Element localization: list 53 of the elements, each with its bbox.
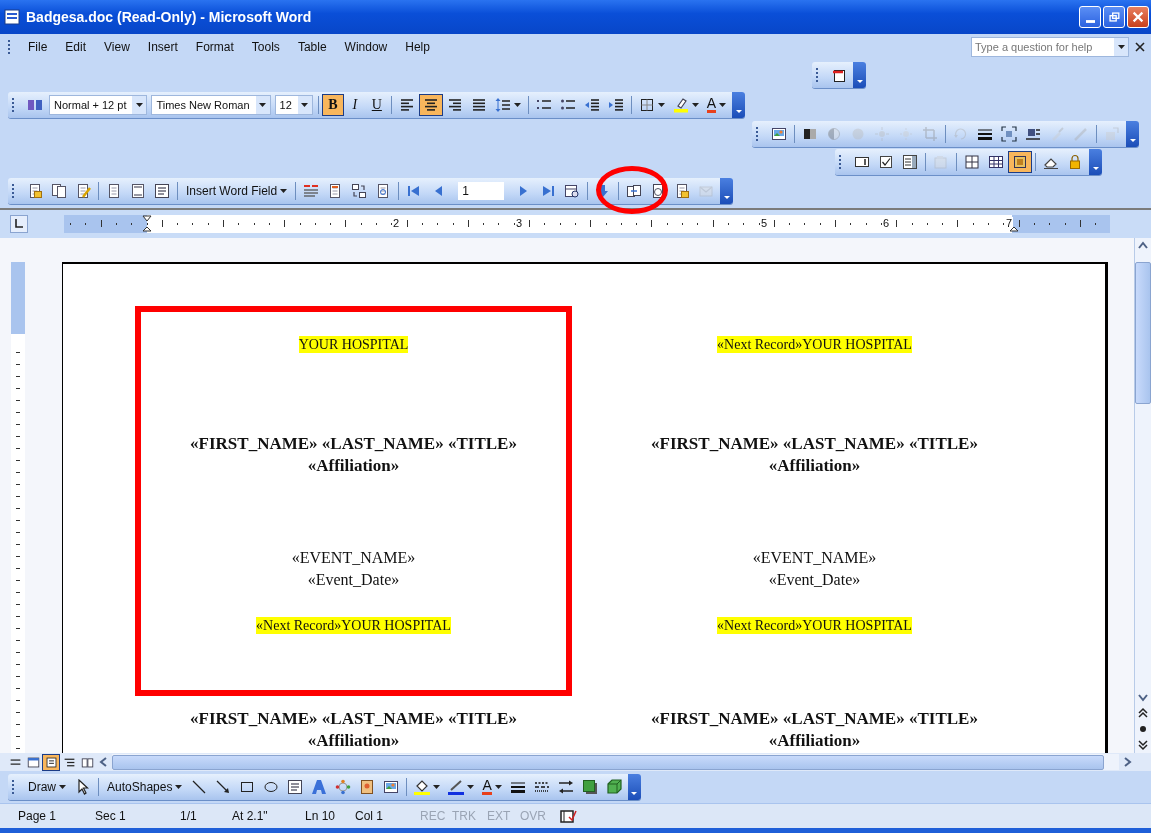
dropdown-field[interactable]: Normal + 12 pt xyxy=(49,95,148,115)
merge-field-line: «Affiliation» xyxy=(768,730,861,752)
record-number-field[interactable]: 1 xyxy=(458,182,505,200)
merge-field-line: «Event_Date» xyxy=(307,570,400,590)
status-text: OVR xyxy=(520,809,547,823)
menu-item[interactable]: View xyxy=(95,38,139,56)
label-footer: «Next Record»YOUR HOSPITAL xyxy=(256,617,451,634)
merge-field-line: «EVENT_NAME» xyxy=(291,548,416,568)
merge-field-line: «FIRST_NAME» «LAST_NAME» «TITLE» xyxy=(190,708,517,730)
underline-button[interactable]: U xyxy=(365,94,388,116)
merge-field-line: «EVENT_NAME» xyxy=(752,548,877,568)
merge-field-line: «Affiliation» xyxy=(307,455,400,477)
help-search-field[interactable]: Type a question for help xyxy=(971,37,1129,57)
font-color-button[interactable]: A xyxy=(478,776,506,798)
menu-button[interactable]: AutoShapes xyxy=(102,776,188,798)
italic-button[interactable]: I xyxy=(343,94,366,116)
merge-field-line: «FIRST_NAME» «LAST_NAME» «TITLE» xyxy=(651,433,978,455)
menu-item[interactable]: Help xyxy=(396,38,439,56)
window-title: Badgesa.doc (Read-Only) - Microsoft Word xyxy=(26,9,312,25)
ruler-number: 5 xyxy=(760,217,769,229)
ruler-number: 6 xyxy=(882,217,891,229)
menu-item[interactable]: Window xyxy=(335,38,397,56)
menu-button[interactable]: Draw xyxy=(23,776,71,798)
label-header: YOUR HOSPITAL xyxy=(298,336,409,353)
menu-item[interactable]: File xyxy=(19,38,57,56)
ruler-number: 2 xyxy=(392,217,401,229)
status-text: REC xyxy=(420,809,447,823)
merge-field-line: «Affiliation» xyxy=(768,455,861,477)
label-footer: «Next Record»YOUR HOSPITAL xyxy=(717,617,912,634)
status-text: At 2.1" xyxy=(232,809,269,823)
menu-item[interactable]: Insert xyxy=(138,38,187,56)
menu-button[interactable]: Insert Word Field xyxy=(181,180,293,202)
merge-field-line: «FIRST_NAME» «LAST_NAME» «TITLE» xyxy=(651,708,978,730)
menu-item[interactable]: Table xyxy=(288,38,336,56)
bold-button[interactable]: B xyxy=(321,94,344,116)
dropdown-field[interactable]: 12 xyxy=(274,95,313,115)
label-header: «Next Record»YOUR HOSPITAL xyxy=(717,336,912,353)
status-text: Sec 1 xyxy=(95,809,127,823)
menu-item[interactable]: Tools xyxy=(242,38,289,56)
status-text: Col 1 xyxy=(355,809,384,823)
status-text: Ln 10 xyxy=(305,809,337,823)
menu-item[interactable]: Format xyxy=(186,38,243,56)
merge-field-line: «FIRST_NAME» «LAST_NAME» «TITLE» xyxy=(190,433,517,455)
merge-field-line: «Event_Date» xyxy=(768,570,861,590)
status-text: 1/1 xyxy=(180,809,198,823)
menu-item[interactable]: Edit xyxy=(56,38,96,56)
merge-field-line: «Affiliation» xyxy=(307,730,400,752)
status-text: EXT xyxy=(487,809,512,823)
dropdown-field[interactable]: Times New Roman xyxy=(151,95,271,115)
ruler-number: 3 xyxy=(515,217,524,229)
status-text: Page 1 xyxy=(18,809,58,823)
status-text: TRK xyxy=(452,809,477,823)
font-color-button[interactable]: A xyxy=(702,94,731,116)
